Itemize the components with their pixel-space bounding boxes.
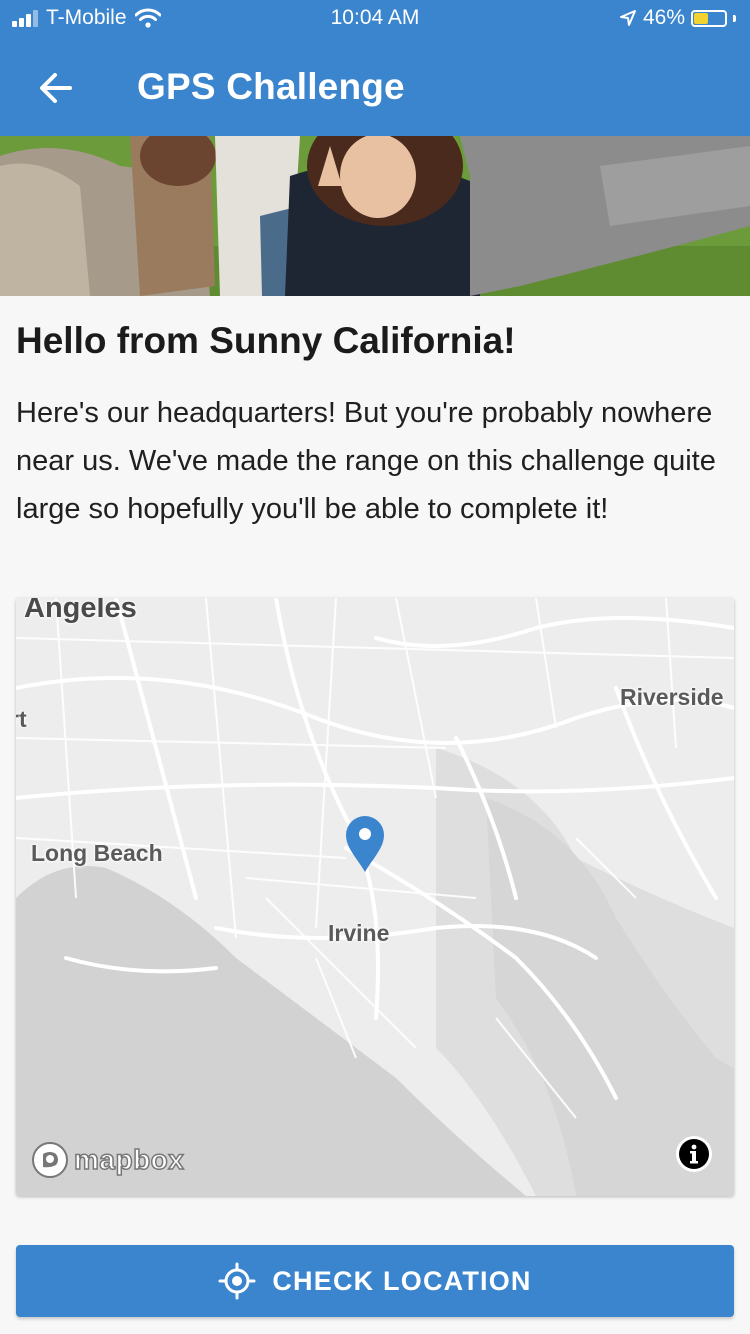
crosshair-icon: [218, 1262, 256, 1300]
app-bar: GPS Challenge: [0, 40, 750, 136]
map-label-riverside: Riverside: [620, 684, 724, 710]
info-icon: [679, 1139, 709, 1169]
check-location-label: CHECK LOCATION: [272, 1265, 532, 1296]
challenge-description: Here's our headquarters! But you're prob…: [16, 397, 716, 525]
battery-icon: [691, 9, 727, 27]
map-label-edge: rt: [16, 706, 27, 732]
mapbox-logo-icon: [32, 1142, 68, 1178]
mapbox-logo-text: mapbox: [73, 1143, 185, 1176]
arrow-left-icon: [40, 73, 72, 103]
location-arrow-icon: [619, 10, 636, 26]
map-label-irvine: Irvine: [328, 920, 390, 946]
back-button[interactable]: [34, 66, 78, 110]
mapbox-logo[interactable]: mapbox: [30, 1140, 185, 1180]
status-bar: T-Mobile 10:04 AM 46%: [0, 0, 750, 40]
map-label-long-beach: Long Beach: [31, 840, 163, 866]
battery-tip: [733, 14, 736, 22]
page-title: GPS Challenge: [137, 66, 405, 107]
map-info-button[interactable]: [676, 1136, 712, 1172]
map-pin-icon[interactable]: [344, 814, 386, 874]
group-selfie-photo: [0, 136, 750, 296]
hero-image: [0, 136, 750, 296]
challenge-title: Hello from Sunny California!: [16, 320, 516, 361]
map-view[interactable]: Angeles rt Riverside Long Beach Irvine m…: [16, 598, 734, 1196]
map-label-angeles: Angeles: [24, 598, 137, 624]
battery-level: [694, 12, 708, 24]
status-bar-right: 46%: [619, 6, 736, 30]
battery-percentage: 46%: [642, 6, 685, 29]
check-location-button[interactable]: CHECK LOCATION: [16, 1245, 734, 1317]
